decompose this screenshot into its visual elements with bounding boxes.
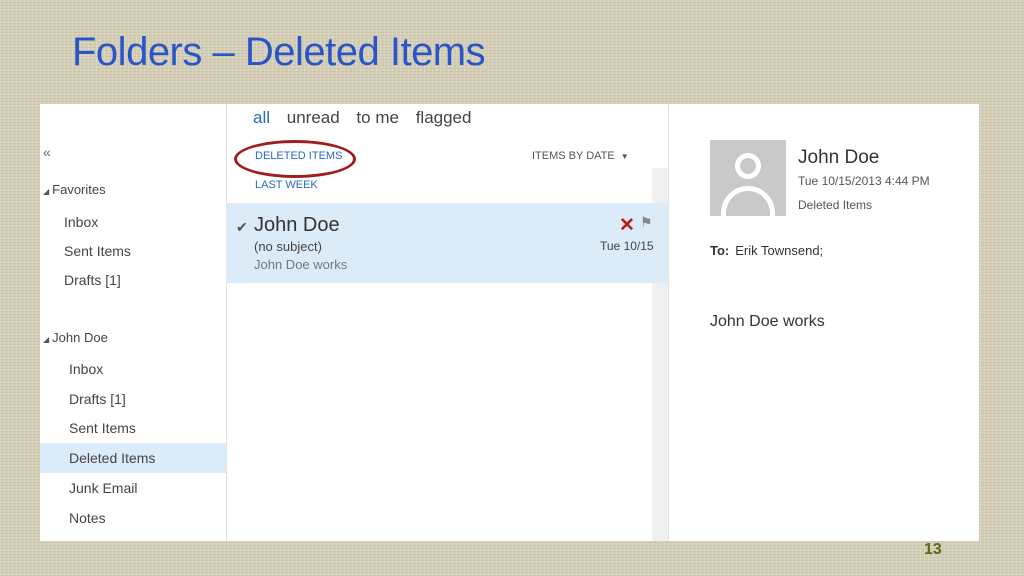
filter-all[interactable]: all [253, 108, 270, 127]
reading-folder: Deleted Items [798, 198, 873, 212]
message-body: John Doe works [710, 313, 825, 330]
recipient-line: To: Erik Townsend; [710, 243, 823, 258]
collapse-triangle-icon: ◢ [43, 187, 50, 196]
favorites-item-inbox[interactable]: Inbox [40, 207, 226, 237]
folder-item-drafts[interactable]: Drafts [1] [40, 384, 226, 414]
page-number: 13 [924, 541, 942, 558]
favorites-item-drafts[interactable]: Drafts [1] [40, 265, 226, 295]
folder-item-sent-items[interactable]: Sent Items [40, 413, 226, 443]
collapse-pane-icon[interactable]: « [43, 144, 51, 160]
favorites-header[interactable]: ◢ Favorites [43, 182, 106, 197]
filter-flagged[interactable]: flagged [416, 108, 472, 127]
sort-control[interactable]: ITEMS BY DATE ▼ [532, 150, 629, 162]
slide-title: Folders – Deleted Items [72, 30, 486, 74]
filter-to-me[interactable]: to me [356, 108, 399, 127]
sort-label: ITEMS BY DATE [532, 150, 615, 162]
folder-label: Drafts [1] [69, 391, 126, 407]
folder-item-notes[interactable]: Notes [40, 503, 226, 533]
folder-pane: « ◢ Favorites Inbox Sent Items Drafts [1]… [40, 104, 227, 541]
reading-sender[interactable]: John Doe [798, 147, 879, 169]
folder-item-inbox[interactable]: Inbox [40, 354, 226, 384]
message-list-pane: all unread to me flagged DELETED ITEMS I… [226, 104, 669, 541]
folder-label: Junk Email [69, 480, 138, 496]
chevron-down-icon: ▼ [620, 152, 629, 161]
folder-label: Inbox [69, 361, 104, 377]
folder-label: Sent Items [69, 420, 136, 436]
avatar-head-icon [735, 153, 761, 179]
folder-label: Drafts [1] [64, 272, 121, 288]
reading-pane: John Doe Tue 10/15/2013 4:44 PM Deleted … [669, 104, 979, 541]
folder-label: Inbox [64, 214, 99, 230]
folder-item-junk-email[interactable]: Junk Email [40, 473, 226, 503]
folder-label: Notes [69, 510, 106, 526]
folder-item-deleted-items[interactable]: Deleted Items [40, 443, 226, 473]
group-header: LAST WEEK [255, 179, 318, 191]
favorites-header-label: Favorites [52, 182, 106, 197]
account-header-label: John Doe [52, 330, 108, 345]
avatar [710, 140, 786, 216]
recipient-name[interactable]: Erik Townsend; [735, 243, 823, 258]
list-title: DELETED ITEMS [255, 150, 343, 162]
folder-label: Deleted Items [69, 450, 156, 466]
filter-bar: all unread to me flagged [253, 108, 483, 128]
message-sender: John Doe [254, 214, 340, 236]
message-preview: John Doe works [254, 257, 348, 272]
message-row[interactable]: ✔ John Doe (no subject) John Doe works ✕… [226, 203, 668, 283]
reading-datetime: Tue 10/15/2013 4:44 PM [798, 174, 930, 188]
to-label: To: [710, 243, 730, 258]
avatar-body-icon [721, 186, 775, 216]
checkmark-icon[interactable]: ✔ [236, 219, 248, 236]
favorites-item-sent-items[interactable]: Sent Items [40, 236, 226, 266]
flag-icon[interactable]: ⚑ [640, 214, 653, 231]
filter-unread[interactable]: unread [287, 108, 340, 127]
delete-icon[interactable]: ✕ [619, 214, 635, 237]
outlook-web-window: « ◢ Favorites Inbox Sent Items Drafts [1]… [40, 104, 979, 541]
folder-label: Sent Items [64, 243, 131, 259]
account-header[interactable]: ◢ John Doe [43, 330, 108, 345]
collapse-triangle-icon: ◢ [43, 335, 50, 344]
message-date: Tue 10/15 [600, 239, 654, 253]
message-subject: (no subject) [254, 239, 322, 254]
